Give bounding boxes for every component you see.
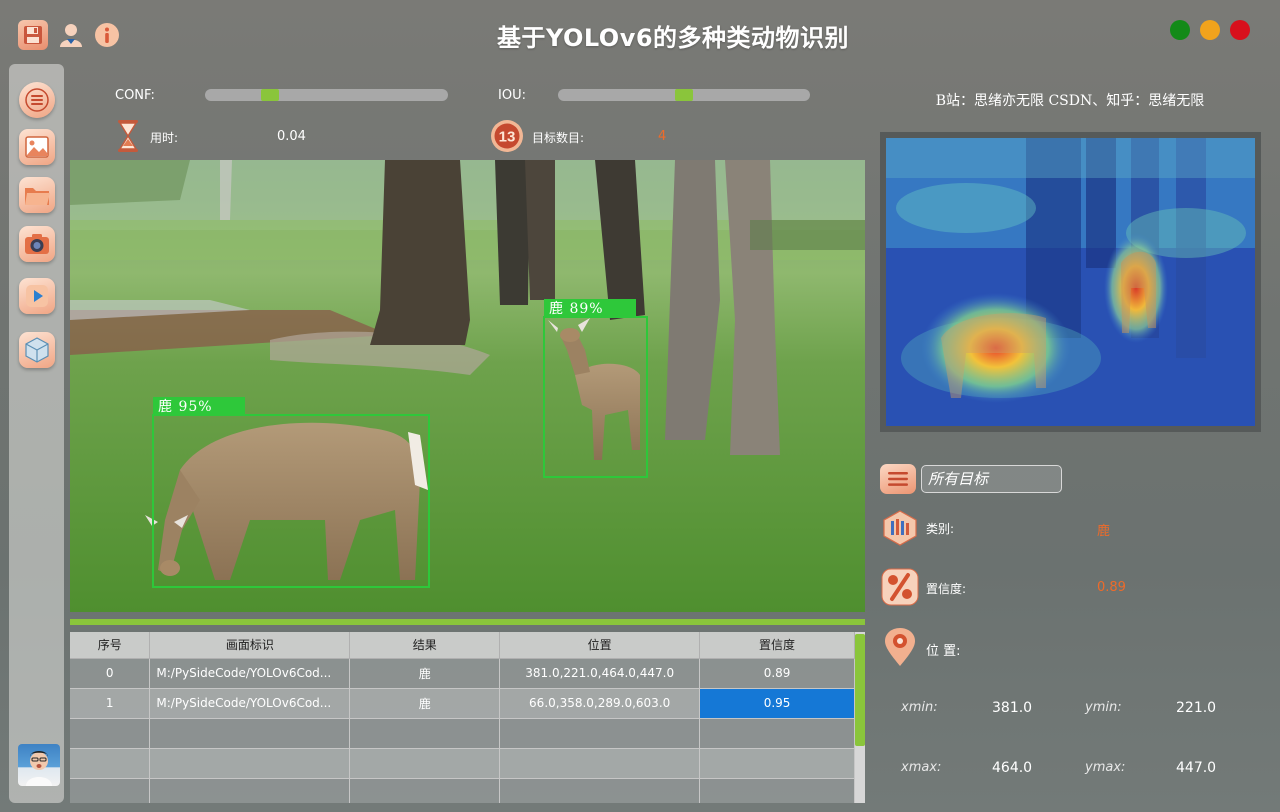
sidebar (9, 64, 64, 803)
svg-text:13: 13 (499, 129, 516, 146)
column-header[interactable]: 位置 (499, 632, 701, 659)
count-value: 4 (658, 129, 667, 144)
heatmap-image (886, 138, 1255, 426)
image-icon[interactable] (19, 129, 55, 165)
table-row[interactable] (70, 718, 855, 749)
app-title: 基于YOLOv6的多种类动物识别 (496, 24, 850, 52)
conf-label: CONF: (115, 88, 155, 103)
table-row[interactable] (70, 748, 855, 779)
table-scrollbar-thumb[interactable] (855, 634, 865, 746)
heatmap-panel (880, 132, 1261, 432)
menu-icon[interactable] (19, 82, 55, 118)
detection-label: 鹿 95% (158, 398, 213, 415)
cell-position[interactable]: 381.0,221.0,464.0,447.0 (499, 658, 701, 689)
close-button[interactable] (1230, 20, 1250, 40)
count-label: 目标数目: (532, 131, 585, 145)
ymax-value: 447.0 (1176, 760, 1217, 776)
title-bar: 基于YOLOv6的多种类动物识别 (0, 0, 1280, 66)
table-row[interactable] (70, 778, 855, 803)
class-label: 类别: (926, 522, 955, 536)
cell-confidence[interactable]: 0.89 (699, 658, 855, 689)
table-scrollbar[interactable] (855, 632, 865, 803)
detection-image: 鹿 95% 鹿 89% (70, 160, 865, 612)
cell-position[interactable]: 66.0,358.0,289.0,603.0 (499, 688, 701, 719)
folder-icon[interactable] (19, 177, 55, 213)
column-header[interactable]: 结果 (349, 632, 501, 659)
avatar[interactable] (18, 744, 60, 786)
target-select[interactable]: 所有目标 (921, 465, 1062, 493)
confidence-label: 置信度: (926, 582, 967, 596)
class-icon (880, 508, 920, 548)
hourglass-icon (111, 119, 145, 153)
column-header[interactable]: 置信度 (699, 632, 855, 659)
author-credit: B站：思绪亦无限 CSDN、知乎：思绪无限 (935, 93, 1205, 109)
cell-result[interactable]: 鹿 (349, 658, 501, 689)
cell-source[interactable]: M:/PySideCode/YOLOv6Cod... (149, 658, 351, 689)
column-header[interactable]: 序号 (70, 632, 151, 659)
class-value: 鹿 (1097, 524, 1111, 539)
xmin-label: xmin: (901, 700, 938, 715)
position-label: 位 置: (926, 644, 961, 659)
ymin-value: 221.0 (1176, 700, 1217, 716)
table-row[interactable]: 1 M:/PySideCode/YOLOv6Cod... 鹿 66.0,358.… (70, 688, 855, 719)
iou-slider-handle[interactable] (675, 89, 693, 101)
model-cube-icon[interactable] (19, 332, 55, 368)
cell-confidence[interactable]: 0.95 (699, 688, 855, 719)
confidence-value: 0.89 (1097, 580, 1126, 595)
ymin-label: ymin: (1085, 700, 1122, 715)
table-row[interactable]: 0 M:/PySideCode/YOLOv6Cod... 鹿 381.0,221… (70, 658, 855, 689)
cell-source[interactable]: M:/PySideCode/YOLOv6Cod... (149, 688, 351, 719)
xmax-value: 464.0 (992, 760, 1033, 776)
progress-bar (70, 619, 865, 625)
result-table: 序号 画面标识 结果 位置 置信度 0 M:/PySideCode/YOLOv6… (70, 632, 865, 803)
xmax-label: xmax: (901, 760, 942, 775)
column-header[interactable]: 画面标识 (149, 632, 351, 659)
maximize-button[interactable] (1170, 20, 1190, 40)
video-play-icon[interactable] (19, 278, 55, 314)
cell-result[interactable]: 鹿 (349, 688, 501, 719)
xmin-value: 381.0 (992, 700, 1033, 716)
percent-icon (880, 567, 920, 607)
iou-label: IOU: (498, 88, 526, 103)
time-label: 用时: (150, 131, 179, 145)
location-pin-icon (880, 626, 920, 668)
conf-slider[interactable] (205, 89, 448, 101)
iou-slider[interactable] (558, 89, 810, 101)
target-count-icon: 13 (490, 119, 524, 153)
ymax-label: ymax: (1085, 760, 1126, 775)
time-value: 0.04 (277, 129, 306, 144)
conf-slider-handle[interactable] (261, 89, 280, 101)
cell-index[interactable]: 1 (70, 688, 151, 719)
cell-index[interactable]: 0 (70, 658, 151, 689)
camera-icon[interactable] (19, 226, 55, 262)
target-list-icon[interactable] (880, 464, 916, 494)
minimize-button[interactable] (1200, 20, 1220, 40)
detection-label: 鹿 89% (549, 300, 604, 317)
